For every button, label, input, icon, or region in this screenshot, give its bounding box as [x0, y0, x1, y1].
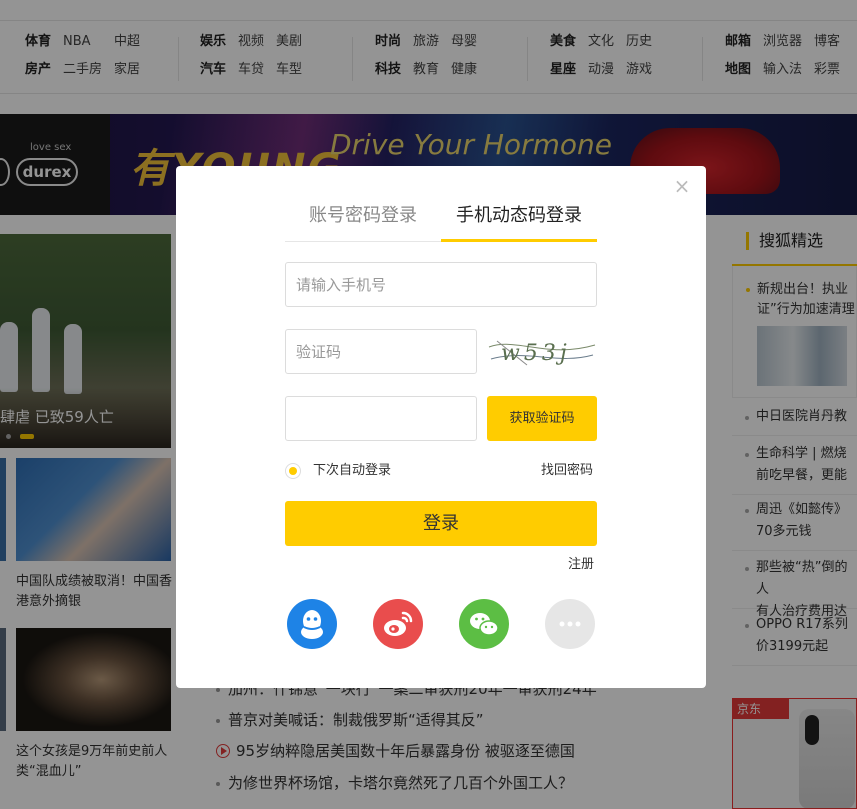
remember-radio[interactable] — [285, 463, 301, 479]
qq-login-button[interactable] — [287, 599, 337, 649]
qq-icon — [301, 610, 323, 639]
sms-code-field[interactable] — [285, 396, 477, 441]
captcha-input[interactable] — [286, 330, 476, 373]
wechat-icon — [470, 613, 499, 636]
captcha-text: w53j — [501, 341, 571, 366]
remember-label: 下次自动登录 — [313, 463, 392, 478]
weibo-icon — [384, 611, 413, 636]
phone-field[interactable] — [285, 262, 597, 307]
captcha-drawing: w53j — [488, 340, 596, 366]
tab-sms-login[interactable]: 手机动态码登录 — [441, 196, 597, 242]
close-icon[interactable]: × — [672, 176, 692, 196]
captcha-image[interactable]: w53j — [487, 329, 597, 374]
more-login-button[interactable] — [545, 599, 595, 649]
weibo-login-button[interactable] — [373, 599, 423, 649]
sms-code-input[interactable] — [286, 397, 476, 440]
get-code-button[interactable]: 获取验证码 — [487, 396, 597, 441]
more-icon — [559, 621, 581, 627]
tab-password-login[interactable]: 账号密码登录 — [285, 196, 441, 242]
register-link[interactable]: 注册 — [568, 553, 594, 572]
login-tabs: 账号密码登录 手机动态码登录 — [285, 196, 597, 242]
wechat-login-button[interactable] — [459, 599, 509, 649]
captcha-field[interactable] — [285, 329, 477, 374]
phone-input[interactable] — [286, 263, 596, 306]
login-button[interactable]: 登录 — [285, 501, 597, 546]
forgot-password-link[interactable]: 找回密码 — [541, 462, 593, 480]
login-modal: × 账号密码登录 手机动态码登录 w53j 获取验证码 下次自动登录 找回密码 … — [176, 166, 706, 688]
